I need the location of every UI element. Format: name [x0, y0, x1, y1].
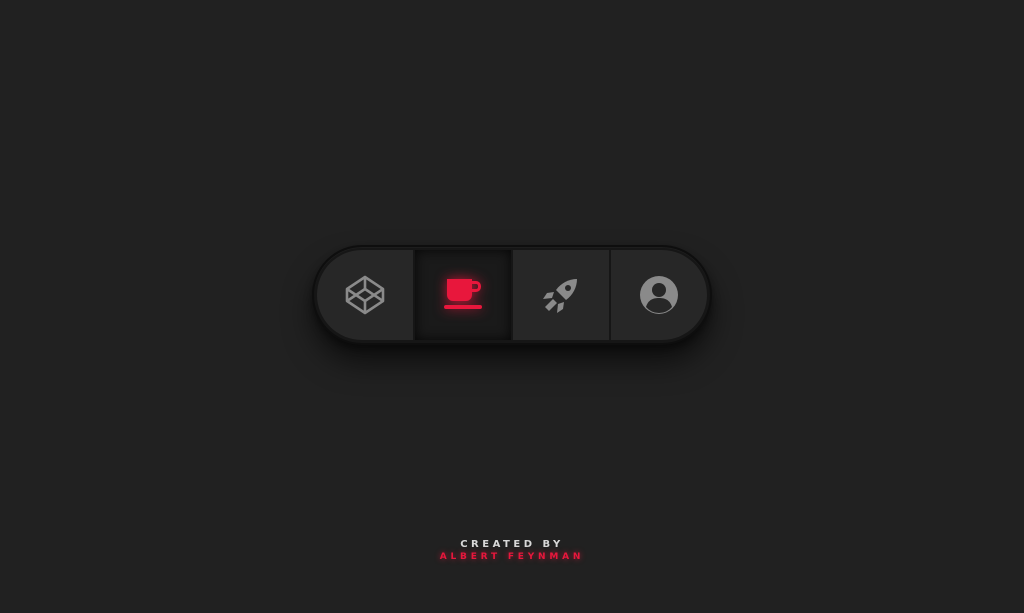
- toolbar-button-codepen[interactable]: [317, 250, 413, 340]
- credit-author: ALBERT FEYNMAN: [439, 552, 585, 562]
- user-circle-icon: [637, 273, 681, 317]
- coffee-cup-icon: [441, 273, 485, 317]
- toolbar-button-profile[interactable]: [611, 250, 707, 340]
- codepen-icon: [343, 273, 387, 317]
- rocket-icon: [539, 273, 583, 317]
- credit-label: CREATED BY: [460, 539, 564, 550]
- icon-toolbar: [312, 245, 712, 345]
- toolbar-button-rocket[interactable]: [513, 250, 609, 340]
- toolbar-button-coffee[interactable]: [415, 250, 511, 340]
- stage: CREATED BY ALBERT FEYNMAN: [0, 0, 1024, 613]
- credit: CREATED BY ALBERT FEYNMAN: [0, 539, 1024, 564]
